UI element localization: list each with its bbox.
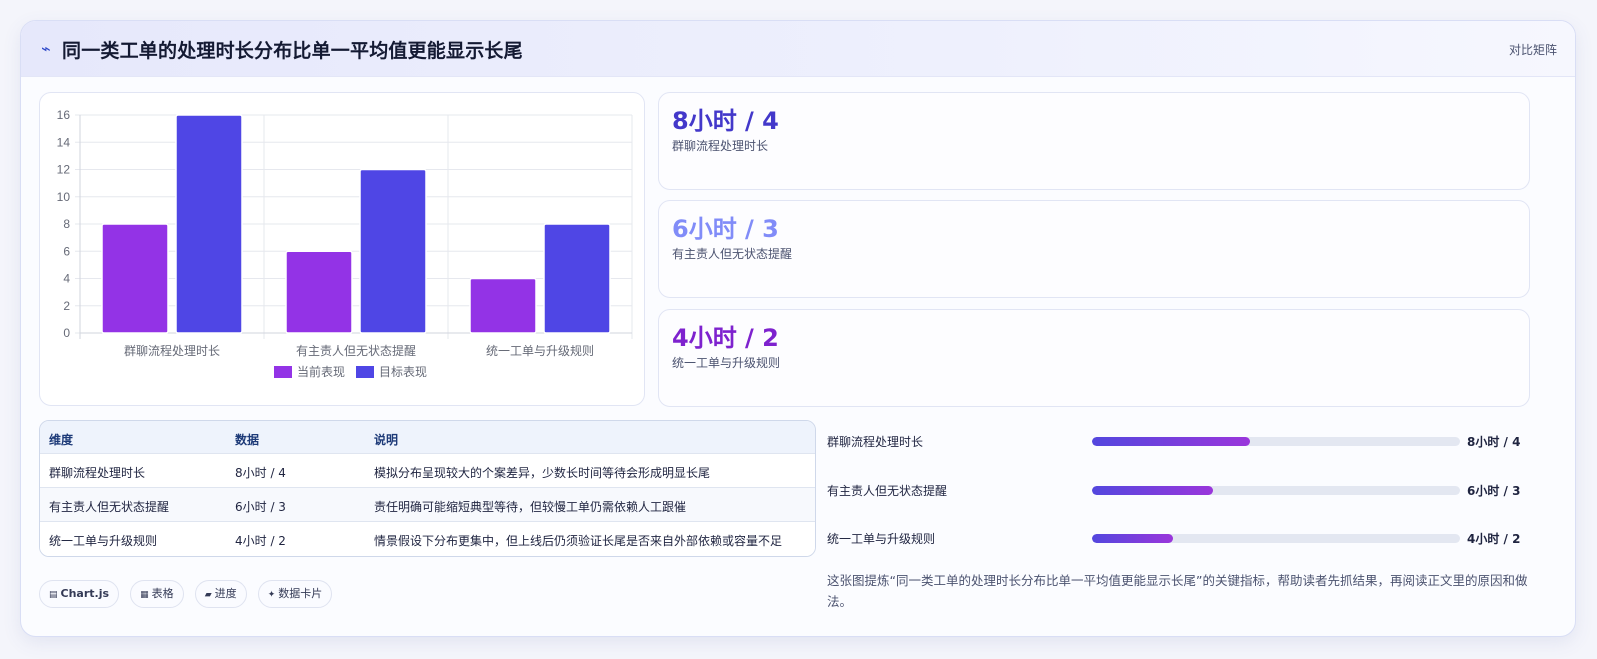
- progress-track: [1092, 437, 1460, 446]
- y-tick-label: 12: [57, 163, 71, 177]
- view-mode-tag: 对比矩阵: [1508, 43, 1557, 57]
- stat-card-3: 4小时 / 2 统一工单与升级规则: [658, 309, 1530, 407]
- y-tick-label: 14: [57, 135, 71, 149]
- x-tick-label: 群聊流程处理时长: [124, 343, 220, 358]
- y-tick-label: 10: [57, 190, 71, 204]
- legend-swatch: [274, 366, 292, 378]
- progress-value: 6小时 / 3: [1467, 484, 1521, 498]
- table-cell: 统一工单与升级规则: [49, 534, 158, 548]
- progress-value: 8小时 / 4: [1467, 435, 1521, 449]
- chart-card: ⌁ 同一类工单的处理时长分布比单一平均值更能显示长尾 对比矩阵 0 2 4 6 8 10 1…: [20, 20, 1576, 637]
- progress-value: 4小时 / 2: [1467, 532, 1521, 546]
- stat-card-2: 6小时 / 3 有主责人但无状态提醒: [658, 200, 1530, 298]
- table-row: 有主责人但无状态提醒 6小时 / 3 责任明确可能缩短典型等待，但较慢工单仍需依…: [40, 488, 815, 522]
- chip-label: 数据卡片: [278, 587, 323, 600]
- bar-chart: 0 2 4 6 8 10 12 14 16 群聊流程处理时长 有主责人但无状态提醒 统一工单与升级规则…: [57, 108, 633, 379]
- x-tick-label: 有主责人但无状态提醒: [296, 343, 416, 358]
- table-cell: 群聊流程处理时长: [49, 466, 146, 480]
- data-table: 维度 数据 说明 群聊流程处理时长 8小时 / 4 模拟分布呈现较大的个案差异，…: [39, 420, 816, 557]
- chip-progress[interactable]: ▰ 进度: [194, 580, 247, 608]
- card-header: ⌁ 同一类工单的处理时长分布比单一平均值更能显示长尾 对比矩阵: [21, 21, 1575, 77]
- progress-label: 统一工单与升级规则: [827, 532, 936, 546]
- tag-chips: ▤ Chart.js ▦ 表格 ▰ 进度 ✦ 数据卡片: [39, 580, 338, 608]
- x-tick-label: 统一工单与升级规则: [486, 343, 594, 358]
- y-tick-label: 2: [63, 299, 70, 313]
- y-tick-label: 4: [63, 272, 70, 286]
- chip-chartjs[interactable]: ▤ Chart.js: [39, 580, 120, 608]
- bar-current: [469, 277, 537, 334]
- chip-data-card[interactable]: ✦ 数据卡片: [257, 580, 333, 608]
- stat-label: 统一工单与升级规则: [672, 356, 781, 370]
- bar-current: [285, 250, 353, 334]
- table-row: 统一工单与升级规则 4小时 / 2 情景假设下分布更集中，但上线后仍须验证长尾是…: [40, 522, 815, 556]
- progress-row: 群聊流程处理时长 8小时 / 4: [827, 433, 1547, 449]
- chip-label: 表格: [151, 587, 174, 600]
- bar-chart-panel: 0 2 4 6 8 10 12 14 16 群聊流程处理时长 有主责人但无状态提醒 统一工单与升级规则…: [39, 92, 645, 406]
- table-cell: 责任明确可能缩短典型等待，但较慢工单仍需依赖人工跟催: [374, 500, 687, 514]
- bar-current: [101, 223, 169, 334]
- progress-label: 群聊流程处理时长: [827, 435, 924, 449]
- progress-label: 有主责人但无状态提醒: [827, 484, 948, 498]
- chart-icon: ▤: [49, 590, 58, 600]
- y-tick-label: 6: [63, 244, 70, 258]
- table-icon: ▦: [140, 590, 149, 600]
- table-cell: 有主责人但无状态提醒: [49, 500, 170, 514]
- table-cell: 4小时 / 2: [235, 534, 286, 548]
- stat-label: 有主责人但无状态提醒: [672, 247, 793, 261]
- table-header-row: 维度 数据 说明: [40, 421, 815, 454]
- progress-row: 有主责人但无状态提醒 6小时 / 3: [827, 482, 1547, 498]
- progress-row: 统一工单与升级规则 4小时 / 2: [827, 530, 1547, 546]
- chip-label: Chart.js: [60, 587, 110, 600]
- bar-target: [359, 168, 427, 334]
- sparkle-icon: ✦: [267, 590, 276, 600]
- progress-fill: [1092, 486, 1214, 495]
- column-header: 数据: [235, 433, 260, 447]
- y-tick-label: 16: [57, 108, 71, 122]
- stat-label: 群聊流程处理时长: [672, 139, 769, 153]
- stat-value: 4小时 / 2: [672, 324, 779, 352]
- legend-swatch: [356, 366, 374, 378]
- column-header: 说明: [374, 433, 399, 447]
- table-cell: 情景假设下分布更集中，但上线后仍须验证长尾是否来自外部依赖或容量不足: [374, 534, 783, 548]
- legend-label: 当前表现: [297, 364, 345, 379]
- progress-track: [1092, 534, 1460, 543]
- progress-icon: ▰: [204, 590, 212, 600]
- stat-value: 6小时 / 3: [672, 215, 779, 243]
- chip-table[interactable]: ▦ 表格: [130, 580, 184, 608]
- column-header: 维度: [49, 433, 74, 447]
- stat-card-1: 8小时 / 4 群聊流程处理时长: [658, 92, 1530, 190]
- table-cell: 6小时 / 3: [235, 500, 286, 514]
- bar-target: [543, 223, 611, 334]
- progress-track: [1092, 486, 1460, 495]
- legend-label: 目标表现: [379, 365, 427, 379]
- table-row: 群聊流程处理时长 8小时 / 4 模拟分布呈现较大的个案差异，少数长时间等待会形…: [40, 454, 815, 488]
- y-tick-label: 0: [63, 326, 70, 340]
- card-title: 同一类工单的处理时长分布比单一平均值更能显示长尾: [62, 40, 523, 62]
- table-cell: 8小时 / 4: [235, 466, 286, 480]
- summary-text: 这张图提炼“同一类工单的处理时长分布比单一平均值更能显示长尾”的关键指标，帮助读…: [827, 573, 1528, 609]
- bar-target: [175, 114, 243, 334]
- chip-label: 进度: [214, 587, 237, 600]
- y-tick-label: 8: [63, 217, 70, 231]
- table-cell: 模拟分布呈现较大的个案差异，少数长时间等待会形成明显长尾: [374, 466, 711, 480]
- progress-fill: [1092, 534, 1173, 543]
- trend-icon: ⌁: [41, 39, 51, 58]
- stat-value: 8小时 / 4: [672, 107, 779, 135]
- progress-fill: [1092, 437, 1251, 446]
